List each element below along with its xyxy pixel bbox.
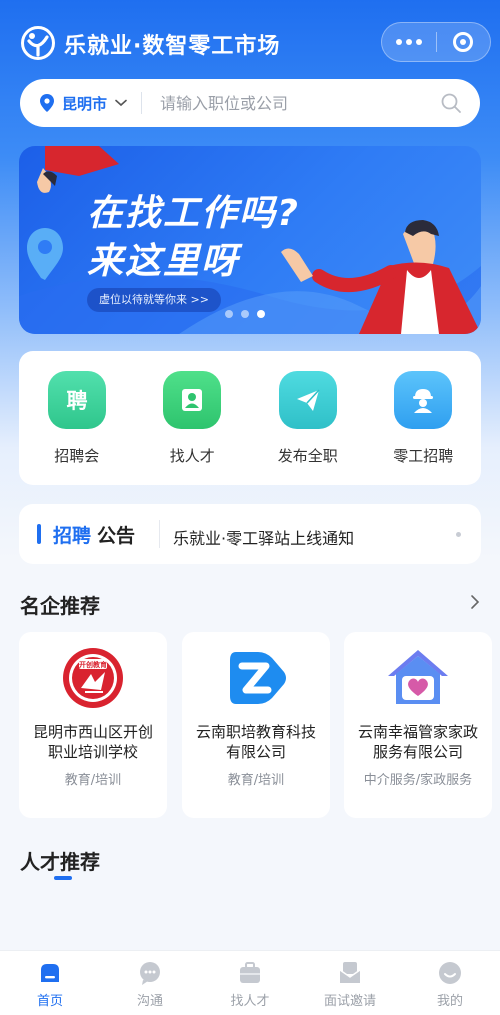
- hiring-fair-icon: 聘: [47, 371, 106, 429]
- promo-banner[interactable]: 在找工作吗? 来这里呀 虚位以待就等你来 >>: [19, 146, 481, 334]
- company-card[interactable]: 云南职培教育科技有限公司 教育/培训: [182, 632, 330, 818]
- company-category: 教育/培训: [64, 773, 122, 788]
- featured-companies-title: 名企推荐: [20, 594, 100, 618]
- paper-plane-icon: [278, 371, 337, 429]
- banner-headline-1: 在找工作吗?: [87, 193, 300, 234]
- tab-home[interactable]: 首页: [0, 951, 100, 1015]
- tab-label: 首页: [36, 994, 63, 1009]
- tab-label: 沟通: [136, 994, 163, 1009]
- company-card[interactable]: 云南幸福管家家政服务有限公司 中介服务/家政服务: [344, 632, 492, 818]
- chevron-down-icon[interactable]: [115, 99, 127, 107]
- header: 乐就业·数智零工市场: [0, 18, 500, 66]
- z-play-logo: [230, 652, 286, 704]
- section-underline: [54, 876, 72, 880]
- heart-house-logo: [388, 650, 448, 704]
- location-pin-icon: [40, 94, 54, 112]
- logo-text: 开创教育: [79, 660, 107, 669]
- tab-label: 面试邀请: [323, 994, 376, 1009]
- announcement-text[interactable]: 乐就业·零工驿站上线通知: [173, 525, 354, 549]
- announcement-divider: [159, 520, 160, 548]
- target-icon: [453, 32, 474, 52]
- pagination-dot-active[interactable]: [257, 310, 265, 318]
- home-icon: [41, 964, 59, 982]
- announcement-title-part2: 公告: [97, 525, 136, 547]
- talent-recommend-title: 人才推荐: [20, 850, 100, 874]
- company-category: 教育/培训: [227, 773, 285, 788]
- app-logo-icon: [21, 26, 55, 60]
- chevron-right-icon[interactable]: [470, 594, 480, 610]
- pagination-dot[interactable]: [225, 310, 233, 318]
- tab-label: 找人才: [230, 994, 270, 1009]
- more-dot-icon: [406, 39, 412, 45]
- quick-action-find-talent[interactable]: 找人才: [135, 371, 251, 485]
- quick-action-gig-hiring[interactable]: 零工招聘: [366, 371, 482, 485]
- search-icon[interactable]: [440, 92, 462, 114]
- mini-program-capsule: [381, 22, 491, 62]
- profile-icon: [439, 962, 461, 984]
- briefcase-icon: [240, 962, 260, 983]
- company-name: 昆明市西山区开创职业培训学校: [32, 723, 153, 761]
- city-selector[interactable]: 昆明市: [62, 93, 107, 114]
- quick-action-label: 招聘会: [54, 447, 100, 465]
- bottom-tab-bar: 首页 沟通 找人才 面试邀请 我的: [0, 950, 500, 1015]
- search-input[interactable]: [160, 93, 411, 113]
- banner-subtitle: 虚位以待就等你来 >>: [87, 288, 221, 312]
- quick-action-post-fulltime[interactable]: 发布全职: [250, 371, 366, 485]
- company-card[interactable]: 开创教育 昆明市西山区开创职业培训学校 教育/培训: [19, 632, 167, 818]
- tab-chat[interactable]: 沟通: [100, 951, 200, 1015]
- tab-profile[interactable]: 我的: [400, 951, 500, 1015]
- close-mini-program-button[interactable]: [437, 22, 490, 62]
- announcement-accent: [37, 524, 41, 544]
- quick-action-job-fair[interactable]: 聘 招聘会: [19, 371, 135, 485]
- quick-action-label: 找人才: [169, 447, 215, 465]
- announcement-title-part1: 招聘: [53, 525, 92, 547]
- announcement-dot: [456, 532, 461, 537]
- talent-icon: [163, 371, 222, 429]
- worker-icon: [394, 371, 453, 429]
- quick-action-label: 零工招聘: [393, 447, 454, 465]
- more-dot-icon: [396, 39, 402, 45]
- svg-text:聘: 聘: [66, 389, 87, 413]
- chat-icon: [140, 962, 160, 985]
- tab-interview-invites[interactable]: 面试邀请: [300, 951, 400, 1015]
- banner-pagination: [225, 310, 265, 318]
- quick-actions: 聘 招聘会 找人才 发布全职 零工招聘: [19, 351, 481, 485]
- tab-label: 我的: [436, 994, 463, 1009]
- kaichuang-education-logo: 开创教育: [63, 648, 123, 708]
- pagination-dot[interactable]: [241, 310, 249, 318]
- more-dot-icon: [416, 39, 422, 45]
- search-divider: [141, 92, 143, 114]
- banner-headline-2: 来这里呀: [87, 241, 240, 282]
- company-category: 中介服务/家政服务: [363, 773, 473, 788]
- announcement-bar[interactable]: 招聘 公告 乐就业·零工驿站上线通知: [19, 504, 481, 564]
- company-name: 云南职培教育科技有限公司: [195, 723, 316, 761]
- more-menu-button[interactable]: [382, 22, 436, 62]
- company-name: 云南幸福管家家政服务有限公司: [357, 723, 478, 761]
- search-bar: 昆明市: [20, 79, 480, 127]
- app-title: 乐就业·数智零工市场: [64, 34, 281, 59]
- quick-action-label: 发布全职: [277, 447, 338, 465]
- tab-find-talent[interactable]: 找人才: [200, 951, 300, 1015]
- mail-icon: [339, 962, 361, 983]
